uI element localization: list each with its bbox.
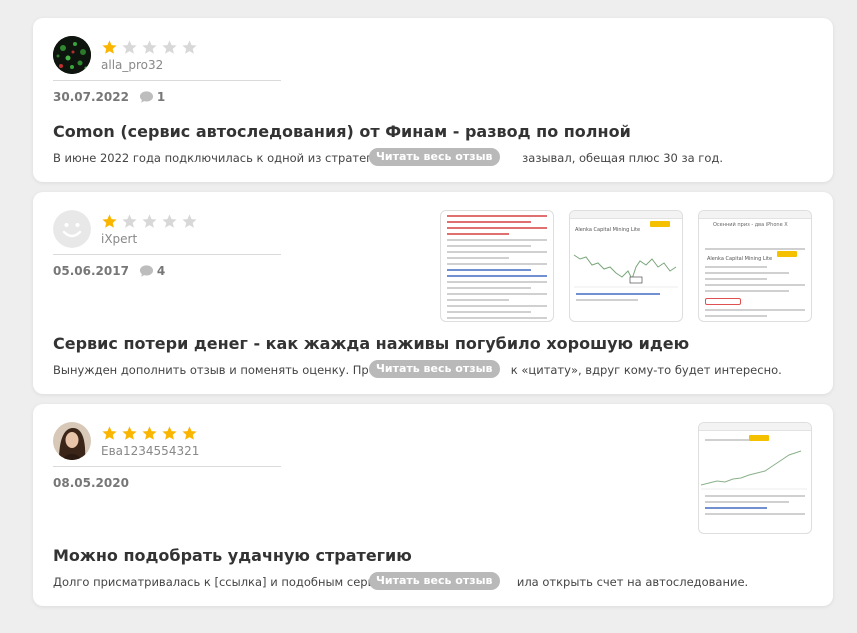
star-filled-icon xyxy=(162,426,177,440)
avatar-image xyxy=(53,422,91,460)
excerpt-start: Долго присматривалась к [ссылка] и подоб… xyxy=(53,575,382,589)
comments-count-value: 1 xyxy=(156,90,166,104)
review-date: 08.05.2020 xyxy=(53,476,129,490)
rating-stars xyxy=(101,39,198,56)
star-filled-icon xyxy=(102,40,117,54)
thumbnail-chart xyxy=(573,254,678,288)
thumbnail-caption: Осенний приз - два iPhone X xyxy=(713,222,788,228)
avatar-image xyxy=(53,36,91,74)
excerpt-end: зазывал, обещая плюс 30 за год. xyxy=(522,151,723,165)
review-screenshot-thumbnail[interactable] xyxy=(440,210,554,322)
avatar[interactable] xyxy=(53,422,91,460)
review-screenshot-thumbnail[interactable]: Alenka Capital Mining Lite xyxy=(569,210,683,322)
review-screenshot-thumbnail[interactable]: Осенний приз - два iPhone X Alenka Capit… xyxy=(698,210,812,322)
star-empty-icon xyxy=(162,40,177,54)
default-avatar-icon xyxy=(53,210,91,248)
star-filled-icon xyxy=(102,214,117,228)
review-meta: 08.05.2020 xyxy=(53,476,129,490)
star-filled-icon xyxy=(122,426,137,440)
review-card: iXpert 05.06.2017 4 Alenka Capital Minin… xyxy=(33,192,833,394)
star-empty-icon xyxy=(182,40,197,54)
star-filled-icon xyxy=(182,426,197,440)
excerpt-end: ила открыть счет на автоследование. xyxy=(516,575,749,589)
comment-icon xyxy=(139,265,153,277)
review-meta: 30.07.2022 1 xyxy=(53,90,165,104)
review-card: alla_pro32 30.07.2022 1 Comon (сервис ав… xyxy=(33,18,833,182)
star-empty-icon xyxy=(122,214,137,228)
star-filled-icon xyxy=(102,426,117,440)
read-more-button[interactable]: Читать весь отзыв xyxy=(369,148,500,166)
review-date: 30.07.2022 xyxy=(53,90,129,104)
star-empty-icon xyxy=(142,214,157,228)
avatar[interactable] xyxy=(53,36,91,74)
avatar[interactable] xyxy=(53,210,91,248)
excerpt-start: В июне 2022 года подключилась к одной из… xyxy=(53,151,388,165)
divider xyxy=(53,466,281,467)
rating-stars xyxy=(101,213,198,230)
review-meta: 05.06.2017 4 xyxy=(53,264,165,278)
star-empty-icon xyxy=(162,214,177,228)
comments-count[interactable]: 1 xyxy=(139,90,165,104)
read-more-button[interactable]: Читать весь отзыв xyxy=(369,572,500,590)
star-filled-icon xyxy=(142,426,157,440)
review-title[interactable]: Сервис потери денег - как жажда наживы п… xyxy=(53,334,689,353)
excerpt-start: Вынужден дополнить отзыв и поменять оцен… xyxy=(53,363,376,377)
divider xyxy=(53,254,281,255)
excerpt-end: к «цитату», вдруг кому-то будет интересн… xyxy=(510,363,782,377)
star-empty-icon xyxy=(122,40,137,54)
comments-count[interactable]: 4 xyxy=(139,264,165,278)
review-card: Ева1234554321 08.05.2020 Можно подобрать… xyxy=(33,404,833,606)
username[interactable]: Ева1234554321 xyxy=(101,444,199,458)
review-title[interactable]: Comon (сервис автоследования) от Финам -… xyxy=(53,122,631,141)
star-empty-icon xyxy=(182,214,197,228)
star-empty-icon xyxy=(142,40,157,54)
username[interactable]: iXpert xyxy=(101,232,137,246)
comments-count-value: 4 xyxy=(156,264,166,278)
username[interactable]: alla_pro32 xyxy=(101,58,163,72)
comment-icon xyxy=(139,91,153,103)
rating-stars xyxy=(101,425,198,442)
thumbnail-caption: Alenka Capital Mining Lite xyxy=(575,227,641,233)
review-date: 05.06.2017 xyxy=(53,264,129,278)
read-more-button[interactable]: Читать весь отзыв xyxy=(369,360,500,378)
review-title[interactable]: Можно подобрать удачную стратегию xyxy=(53,546,412,565)
divider xyxy=(53,80,281,81)
thumbnail-chart xyxy=(700,450,807,490)
review-screenshot-thumbnail[interactable] xyxy=(698,422,812,534)
